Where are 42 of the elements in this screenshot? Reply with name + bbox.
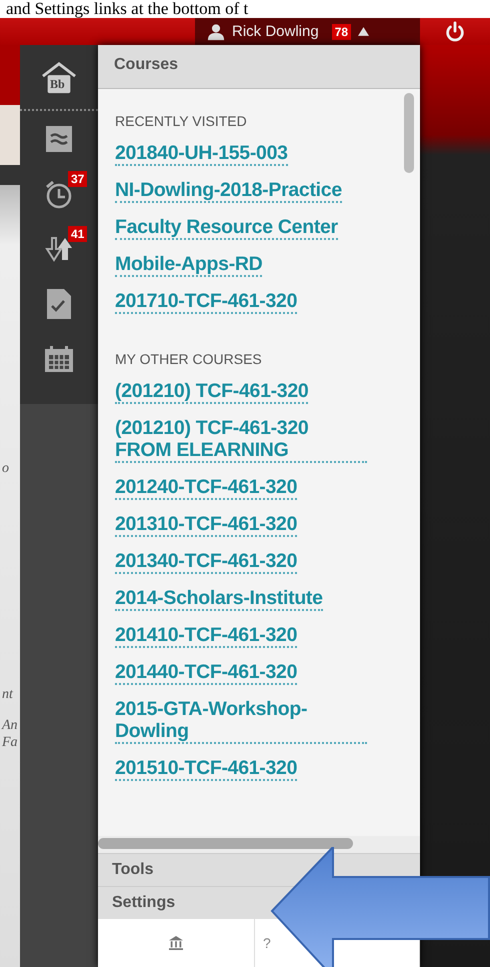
document-check-icon[interactable] (47, 288, 71, 318)
user-name: Rick Dowling (232, 23, 319, 40)
person-icon (207, 22, 225, 40)
course-link[interactable]: NI-Dowling-2018-Practice (115, 179, 342, 203)
menu-item[interactable]: Tools (112, 861, 154, 878)
notification-badge: 41 (68, 226, 88, 242)
course-link[interactable]: Faculty Resource Center (115, 216, 338, 240)
user-menu[interactable]: Rick Dowling 78 (195, 18, 420, 45)
course-link[interactable]: 201410-TCF-461-320 (115, 624, 298, 648)
course-link[interactable]: 201710-TCF-461-320 (115, 290, 298, 314)
document-caption: and Settings links at the bottom of t (5, 0, 250, 18)
home-logo-icon[interactable] (40, 61, 78, 95)
power-icon (444, 20, 466, 42)
menu-item[interactable]: Settings (112, 894, 176, 911)
background-text: An (2, 718, 18, 734)
course-link[interactable]: Mobile-Apps-RD (115, 253, 262, 277)
background-text: o (2, 461, 9, 477)
caret-icon (358, 27, 370, 36)
notification-badge: 37 (68, 171, 88, 187)
bank-icon (169, 936, 183, 950)
course-link[interactable]: 201240-TCF-461-320 (115, 476, 298, 500)
course-link[interactable]: (201210) TCF-461-320 FROM ELEARNING (115, 417, 367, 463)
course-link[interactable]: 201440-TCF-461-320 (115, 661, 298, 685)
course-link[interactable]: 2014-Scholars-Institute (115, 587, 323, 611)
section-heading: RECENTLY VISITED (115, 113, 247, 129)
horizontal-scrollbar[interactable] (98, 838, 353, 849)
vertical-scrollbar[interactable] (404, 93, 414, 173)
background-text: Fa (2, 735, 18, 751)
course-link[interactable]: 2015-GTA-Workshop-Dowling (115, 698, 367, 744)
logo-text: Bb (50, 77, 65, 92)
course-link[interactable]: 201310-TCF-461-320 (115, 513, 298, 537)
course-link[interactable]: 201510-TCF-461-320 (115, 757, 298, 781)
section-heading: MY OTHER COURSES (115, 351, 262, 367)
calendar-icon[interactable] (44, 344, 74, 372)
stream-icon[interactable] (46, 126, 72, 152)
course-link[interactable]: (201210) TCF-461-320 (115, 380, 308, 404)
course-link[interactable]: 201340-TCF-461-320 (115, 550, 298, 574)
background-text: nt (2, 687, 13, 703)
help-button[interactable]: ? (263, 935, 271, 951)
course-link[interactable]: 201840-UH-155-003 (115, 142, 288, 166)
notification-count: 78 (332, 24, 352, 40)
menu-title: Courses (98, 45, 420, 89)
